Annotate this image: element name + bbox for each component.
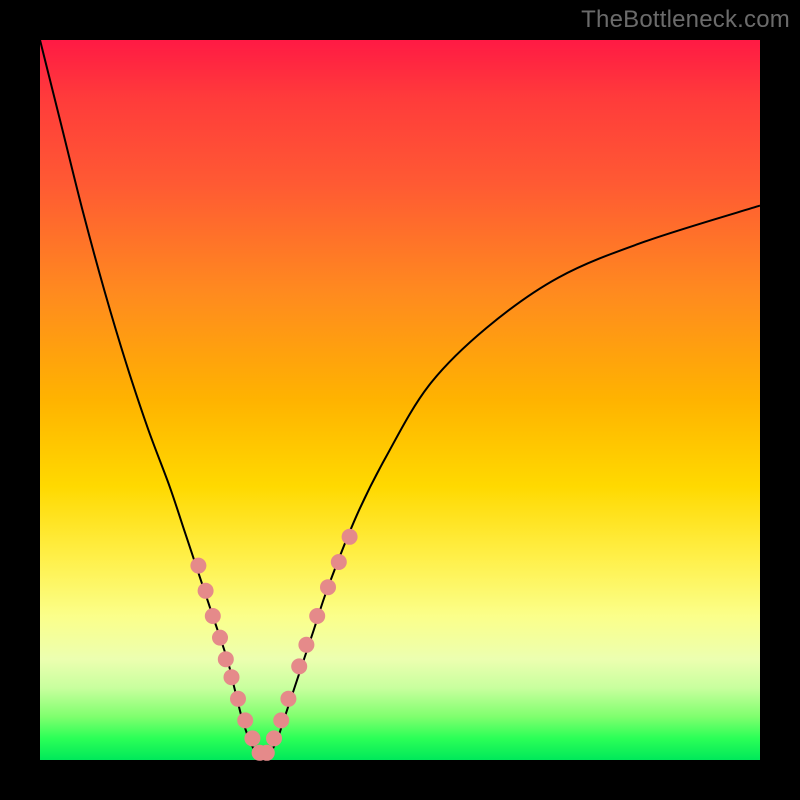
watermark-text: TheBottleneck.com (581, 6, 790, 34)
highlight-dot (244, 730, 260, 746)
highlight-dots (190, 529, 357, 761)
highlight-dot (205, 608, 221, 624)
chart-frame: TheBottleneck.com (0, 0, 800, 800)
highlight-dot (309, 608, 325, 624)
highlight-dot (342, 529, 358, 545)
highlight-dot (190, 558, 206, 574)
highlight-dot (273, 712, 289, 728)
highlight-dot (331, 554, 347, 570)
bottleneck-curve (40, 40, 760, 760)
highlight-dot (298, 637, 314, 653)
plot-area (40, 40, 760, 760)
highlight-dot (224, 669, 240, 685)
highlight-dot (291, 658, 307, 674)
highlight-dot (320, 579, 336, 595)
highlight-dot (266, 730, 282, 746)
highlight-dot (230, 691, 246, 707)
highlight-dot (218, 651, 234, 667)
highlight-dot (212, 630, 228, 646)
highlight-dot (280, 691, 296, 707)
curve-svg (40, 40, 760, 760)
highlight-dot (198, 583, 214, 599)
highlight-dot (259, 745, 275, 761)
highlight-dot (237, 712, 253, 728)
